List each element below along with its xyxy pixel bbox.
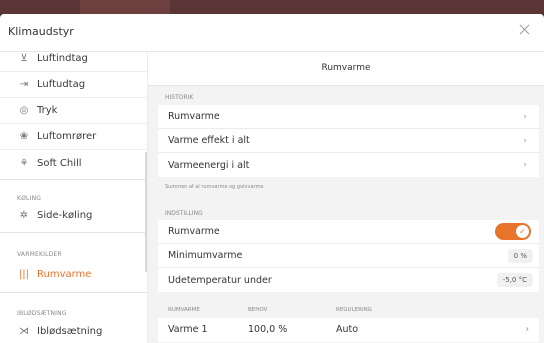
table-row[interactable]: Varme 1 100,0 % Auto › — [158, 318, 539, 342]
row-label: Udetemperatur under — [168, 274, 272, 286]
chevron-right-icon: › — [523, 111, 527, 122]
sidebar-item-luftomrorer[interactable]: ❀ Luftomrører — [0, 124, 147, 150]
main-header: Rumvarme — [148, 52, 544, 86]
table-header: RUMVARME BEHOV REGULERING — [158, 303, 539, 317]
air-stirrer-icon: ❀ — [19, 131, 29, 142]
sidebar-item-soft-chill[interactable]: ⚘ Soft Chill — [0, 150, 147, 176]
row-label: Varmeenergi i alt — [168, 159, 250, 171]
sidebar-scrollbar[interactable] — [145, 152, 147, 272]
close-icon[interactable] — [518, 23, 532, 37]
air-outlet-icon: ⇥ — [19, 79, 29, 90]
rumvarme-toggle[interactable]: ✓ — [495, 223, 531, 240]
section-header-cooling: KØLING — [17, 195, 42, 202]
setting-row-minimumvarme: Minimumvarme 0 % — [158, 244, 539, 268]
soaking-icon: ⋊ — [19, 325, 29, 337]
sidebar-item-ibloedsaetning[interactable]: ⋊ Iblødsætning — [0, 318, 147, 343]
sidebar: ⊻ Luftindtag ⇥ Luftudtag ◎ Tryk ❀ Luftom… — [0, 52, 148, 343]
chevron-right-icon: › — [523, 160, 527, 170]
column-header: REGULERING — [336, 307, 372, 313]
climate-equipment-dialog: Klimaudstyr ⊻ Luftindtag ⇥ Luftudtag ◎ T… — [0, 14, 544, 343]
setting-row-udetemperatur: Udetemperatur under -5,0 °C — [158, 268, 539, 292]
main-panel: Rumvarme HISTORIK Rumvarme › Varme effek… — [148, 52, 544, 343]
sidebar-item-tryk[interactable]: ◎ Tryk — [0, 98, 147, 124]
sidebar-item-label: Soft Chill — [37, 157, 82, 169]
row-label: Minimumvarme — [168, 250, 243, 261]
sidebar-item-label: Rumvarme — [37, 268, 92, 280]
radiator-icon: ||| — [18, 268, 30, 280]
history-row-varme-effekt[interactable]: Varme effekt i alt › — [158, 129, 539, 153]
air-intake-icon: ⊻ — [20, 53, 28, 64]
divider — [0, 292, 147, 293]
browser-top-bar — [0, 0, 544, 14]
sidebar-item-side-koling[interactable]: ✲ Side-køling — [0, 202, 147, 228]
table-cell: 100,0 % — [248, 324, 288, 335]
sidebar-item-label: Iblødsætning — [37, 325, 103, 337]
dialog-title: Klimaudstyr — [8, 25, 74, 38]
sidebar-item-label: Luftindtag — [37, 53, 88, 64]
history-row-varmeenergi[interactable]: Varmeenergi i alt › — [158, 153, 539, 177]
sidebar-item-label: Luftomrører — [37, 131, 97, 142]
sidebar-item-label: Tryk — [37, 105, 58, 116]
sidebar-item-luftindtag[interactable]: ⊻ Luftindtag — [0, 46, 147, 72]
settings-section-label: INDSTILLING — [165, 210, 203, 217]
page-title: Rumvarme — [321, 63, 371, 73]
history-section-label: HISTORIK — [165, 94, 194, 101]
table-cell: Auto — [336, 324, 359, 335]
row-label: Rumvarme — [168, 111, 220, 122]
udetemperatur-value[interactable]: -5,0 °C — [496, 273, 533, 287]
soft-chill-icon: ⚘ — [19, 157, 29, 169]
chevron-right-icon: › — [523, 135, 527, 146]
chevron-right-icon: › — [525, 324, 529, 335]
sidebar-item-label: Side-køling — [37, 209, 93, 221]
pressure-icon: ◎ — [19, 105, 29, 116]
history-note: Summen af al rumvarme og gulvvarme — [165, 184, 264, 190]
row-label: Rumvarme — [168, 226, 220, 237]
sidebar-item-rumvarme[interactable]: ||| Rumvarme — [0, 261, 147, 287]
row-label: Varme effekt i alt — [168, 135, 250, 146]
table-cell: Varme 1 — [168, 324, 208, 335]
column-header: RUMVARME — [168, 307, 200, 313]
check-icon: ✓ — [516, 225, 529, 238]
section-header-heating: VARMEKILDER — [17, 251, 62, 258]
setting-row-rumvarme: Rumvarme ✓ — [158, 220, 539, 244]
minimumvarme-value[interactable]: 0 % — [507, 248, 533, 263]
column-header: BEHOV — [248, 307, 268, 313]
sidebar-item-luftudtag[interactable]: ⇥ Luftudtag — [0, 72, 147, 98]
history-row-rumvarme[interactable]: Rumvarme › — [158, 105, 539, 129]
sidebar-item-label: Luftudtag — [37, 79, 86, 90]
side-cooling-icon: ✲ — [19, 209, 29, 221]
divider — [0, 232, 147, 233]
divider — [0, 179, 147, 180]
section-header-humidification: IBLØDSÆTNING — [17, 310, 67, 317]
background-tab — [80, 0, 170, 14]
